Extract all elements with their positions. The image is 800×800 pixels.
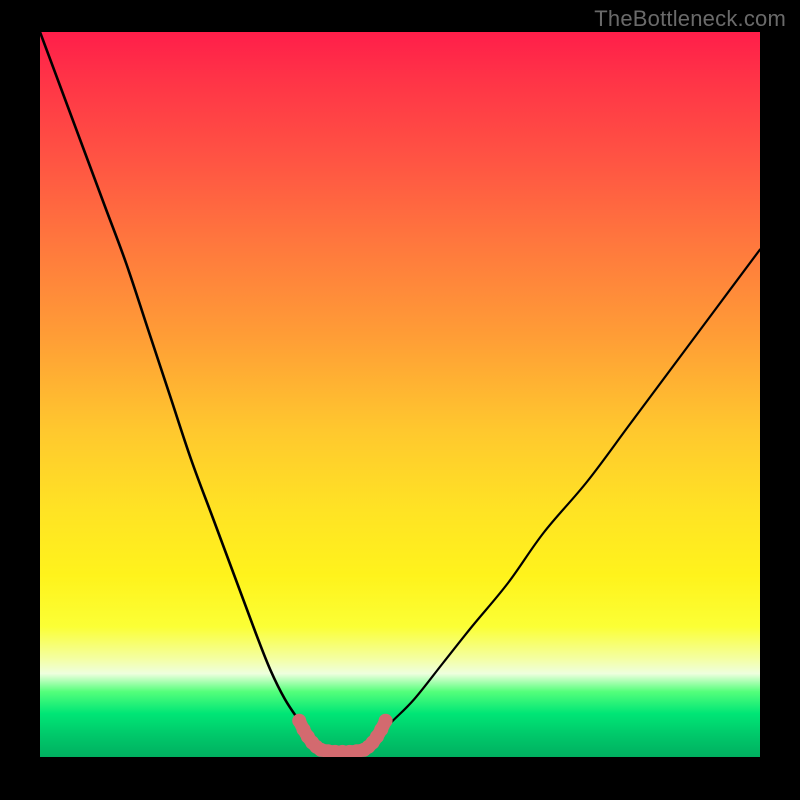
plot-area bbox=[40, 32, 760, 757]
curve-left bbox=[40, 32, 317, 743]
watermark-text: TheBottleneck.com bbox=[594, 6, 786, 32]
curve-layer bbox=[40, 32, 760, 757]
highlighted-marker bbox=[379, 714, 393, 728]
chart-frame: TheBottleneck.com bbox=[0, 0, 800, 800]
curve-right bbox=[368, 250, 760, 743]
